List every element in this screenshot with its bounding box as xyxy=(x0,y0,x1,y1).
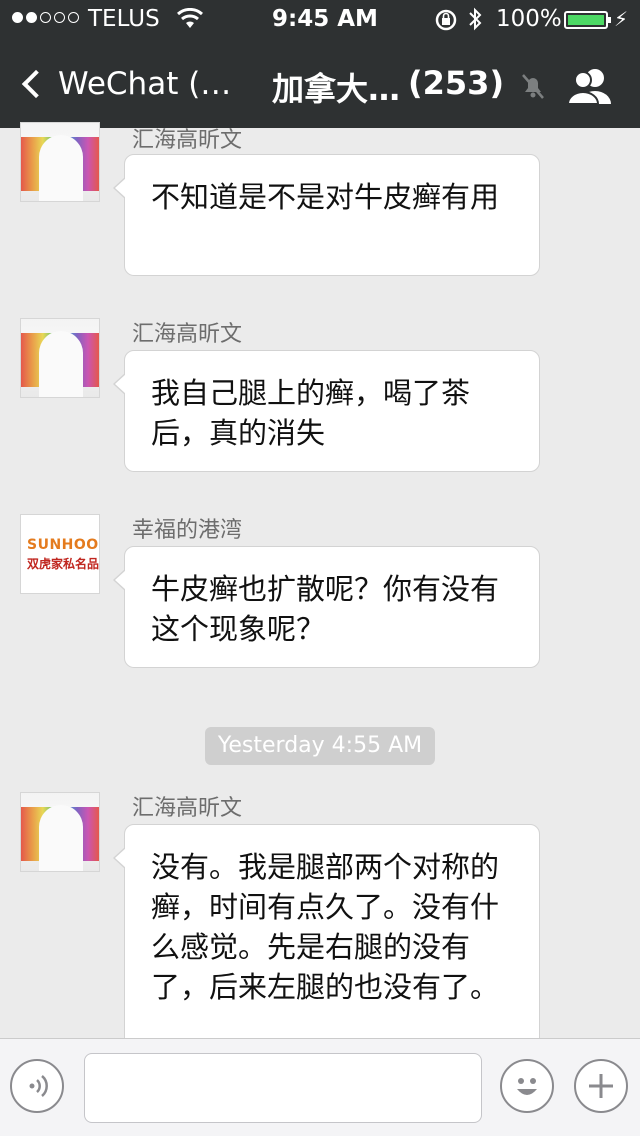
emoji-icon xyxy=(517,1078,537,1095)
bluetooth-icon xyxy=(468,6,482,38)
chat-title: 加拿大… (253) xyxy=(272,64,504,110)
group-members-icon[interactable] xyxy=(566,66,614,110)
wifi-icon xyxy=(176,7,204,36)
sender-name: 幸福的港湾 xyxy=(132,518,243,543)
chevron-left-icon xyxy=(21,69,51,99)
more-button[interactable] xyxy=(574,1059,628,1113)
timestamp-divider: Yesterday 4:55 AM xyxy=(205,727,435,765)
message-text: 没有。我是腿部两个对称的癣，时间有点久了。没有什么感觉。先是右腿的没有了，后来左… xyxy=(151,850,500,1004)
message-bubble[interactable]: 不知道是不是对牛皮癣有用 xyxy=(113,154,540,276)
emoji-button[interactable] xyxy=(500,1059,554,1113)
plus-icon xyxy=(589,1074,613,1098)
message-text: 我自己腿上的癣，喝了茶后，真的消失 xyxy=(151,376,471,450)
mute-icon xyxy=(520,72,546,104)
message-text: 不知道是不是对牛皮癣有用 xyxy=(151,180,500,214)
avatar[interactable]: SUNHOO 双虎家私名品 xyxy=(20,514,100,594)
charging-icon: ⚡ xyxy=(614,7,629,31)
group-name: 加拿大… xyxy=(272,70,401,108)
message-text: 牛皮癣也扩散呢？你有没有这个现象呢？ xyxy=(151,572,500,646)
battery-percent: 100% xyxy=(496,6,562,32)
message-input[interactable] xyxy=(84,1053,482,1123)
sender-name: 汇海高昕文 xyxy=(132,128,243,153)
signal-strength-icon xyxy=(12,12,79,23)
avatar-subtitle: 双虎家私名品 xyxy=(27,557,100,571)
message-bubble[interactable]: 牛皮癣也扩散呢？你有没有这个现象呢？ xyxy=(113,546,540,668)
sender-name: 汇海高昕文 xyxy=(132,322,243,347)
member-count: (253) xyxy=(408,64,505,102)
sender-name: 汇海高昕文 xyxy=(132,796,243,821)
avatar-brand: SUNHOO xyxy=(27,537,99,553)
avatar[interactable] xyxy=(20,792,100,872)
status-bar: TELUS 9:45 AM 100% ⚡ xyxy=(0,0,640,40)
voice-button[interactable] xyxy=(10,1059,64,1113)
rotation-lock-icon xyxy=(434,9,458,37)
input-bar xyxy=(0,1038,640,1136)
avatar[interactable] xyxy=(20,318,100,398)
top-bar: TELUS 9:45 AM 100% ⚡ WeChat (… 加拿大… (253… xyxy=(0,0,640,128)
back-label: WeChat (… xyxy=(58,66,232,102)
voice-icon xyxy=(29,1075,48,1097)
battery-icon xyxy=(564,11,611,29)
message-bubble[interactable]: 我自己腿上的癣，喝了茶后，真的消失 xyxy=(113,350,540,472)
carrier-name: TELUS xyxy=(88,6,160,32)
avatar[interactable] xyxy=(20,122,100,202)
back-button[interactable]: WeChat (… xyxy=(18,60,231,108)
clock: 9:45 AM xyxy=(272,6,378,32)
